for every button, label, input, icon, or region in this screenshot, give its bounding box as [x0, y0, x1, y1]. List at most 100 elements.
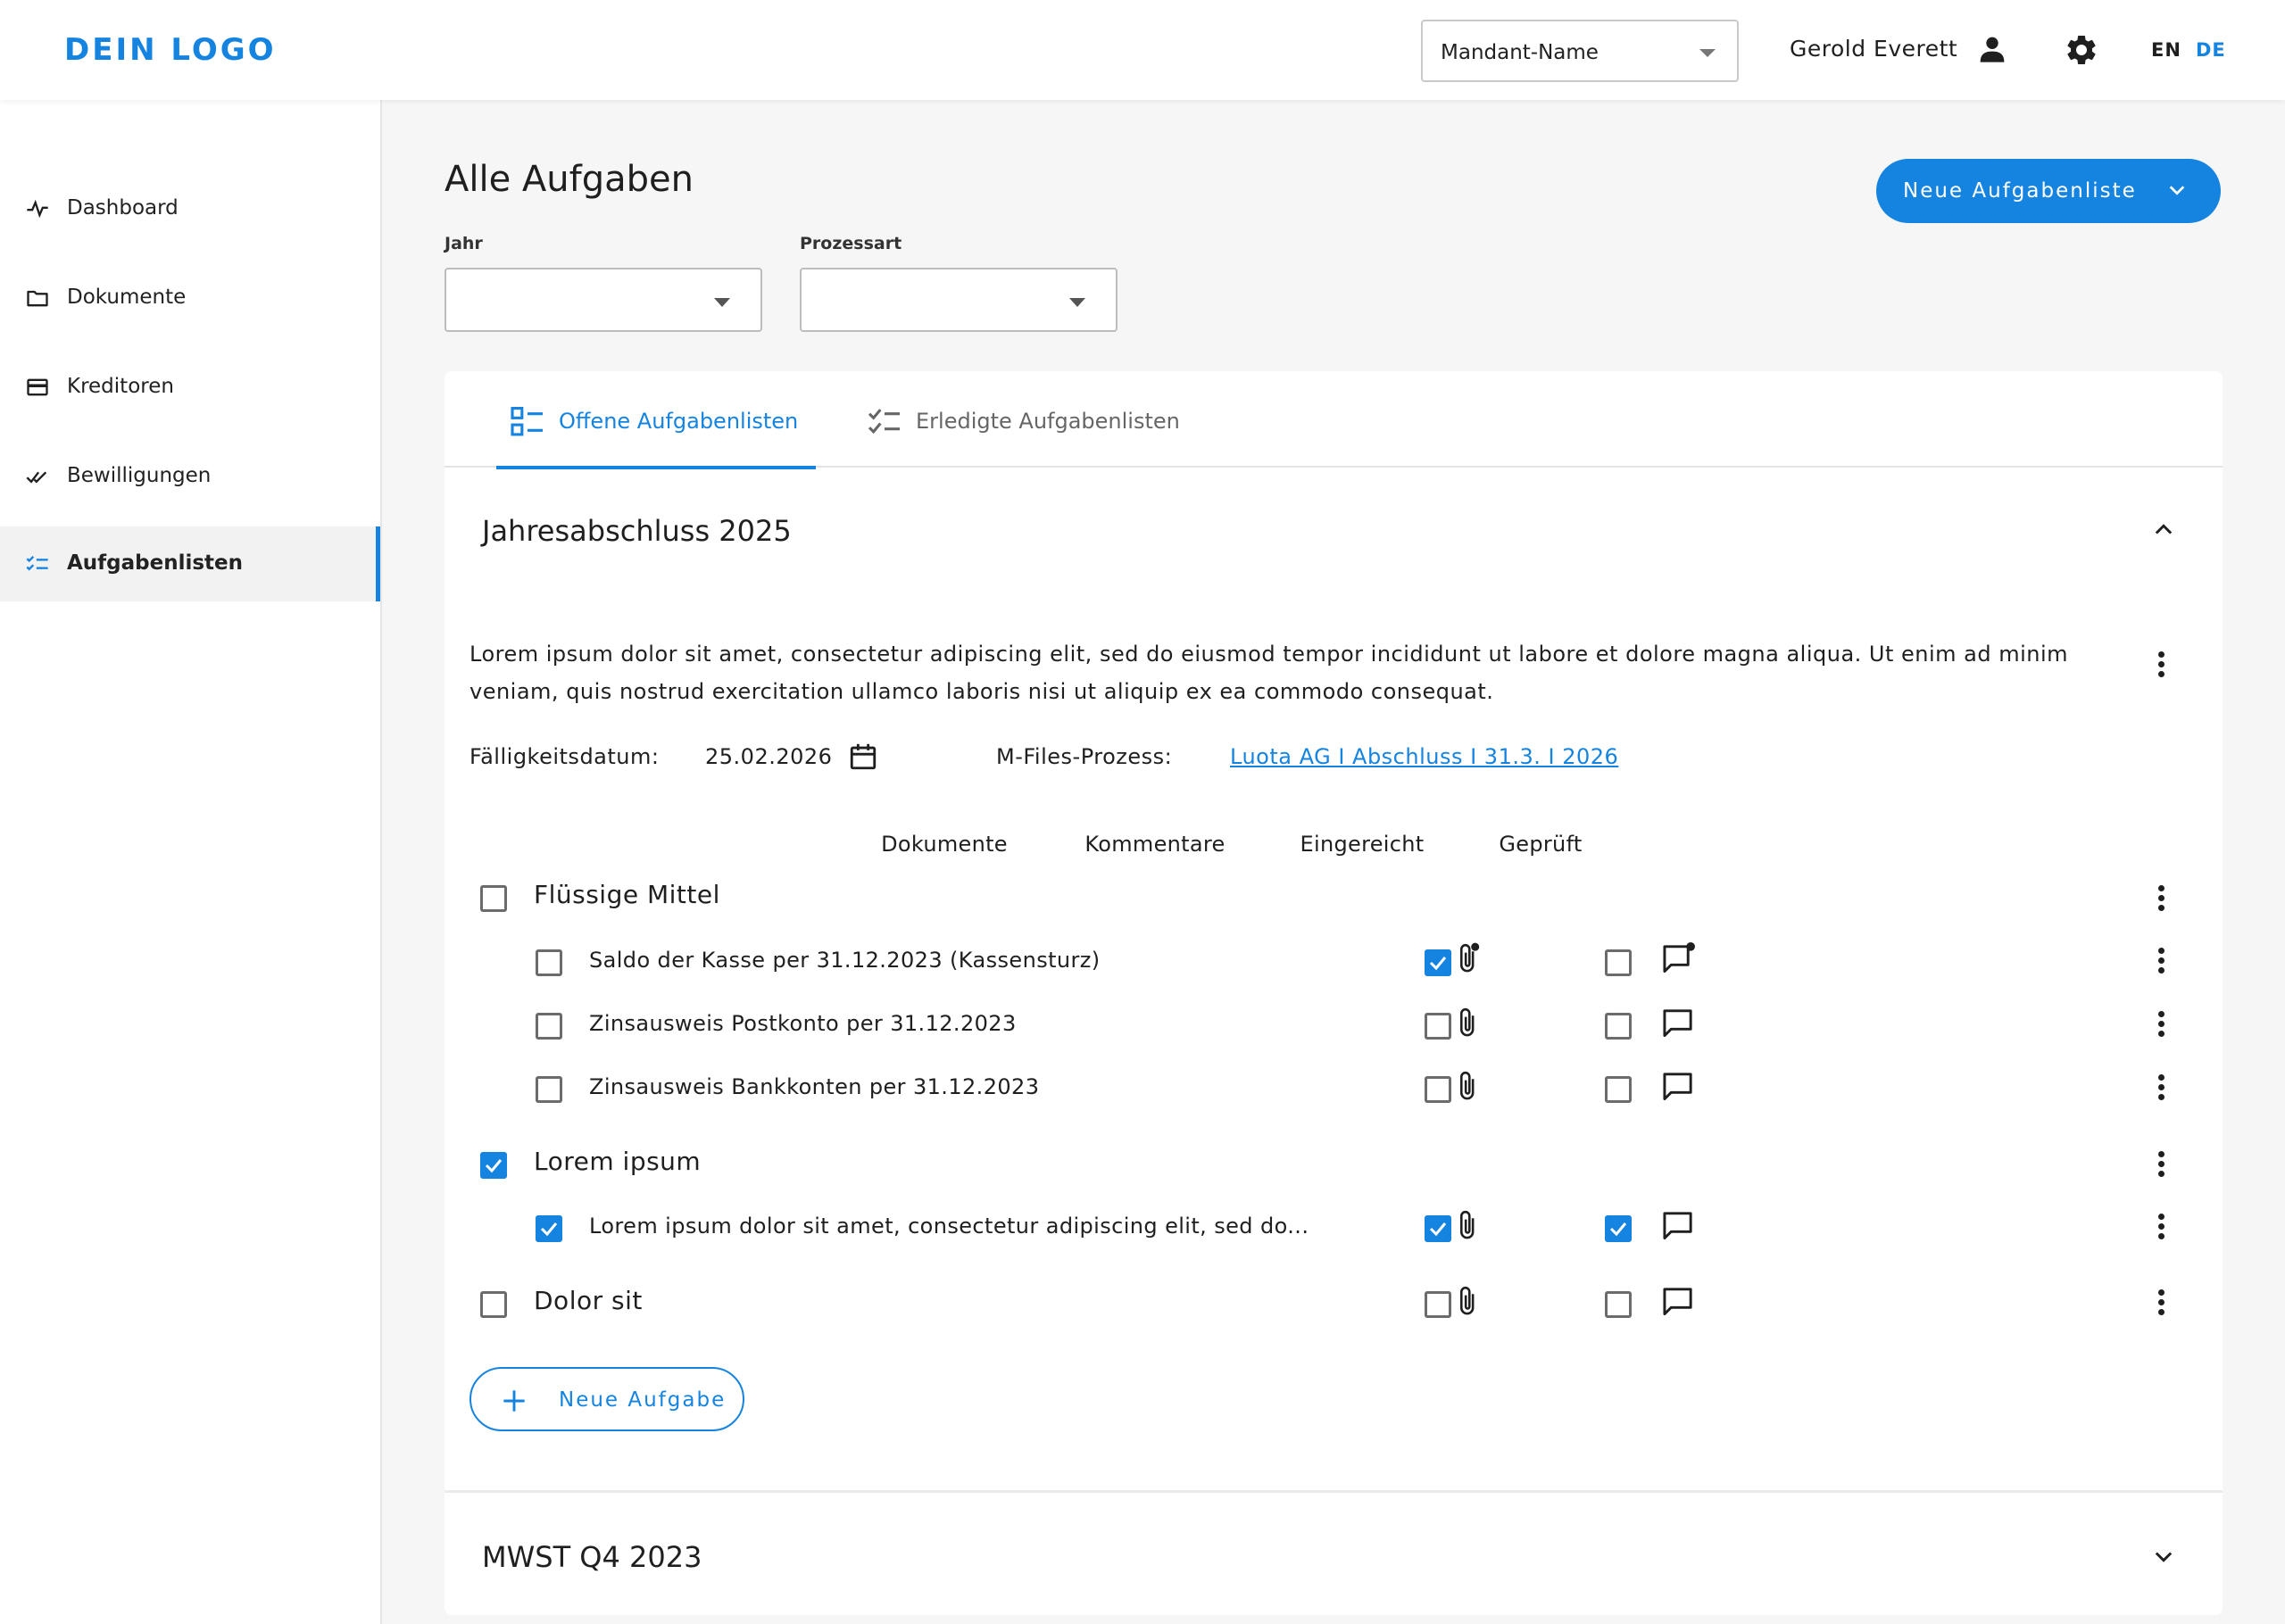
reviewed-checkbox[interactable] — [1605, 1076, 1632, 1103]
caret-down-icon — [714, 298, 730, 307]
calendar-icon[interactable] — [848, 741, 878, 773]
new-task-list-button[interactable]: Neue Aufgabenliste — [1876, 159, 2221, 223]
task-list-description: Lorem ipsum dolor sit amet, consectetur … — [469, 642, 2069, 704]
submitted-checkbox[interactable] — [1425, 1013, 1451, 1040]
paperclip-with-badge-icon[interactable] — [1457, 942, 1480, 974]
task-more-icon[interactable] — [2156, 1073, 2165, 1103]
checklist-icon — [868, 409, 900, 435]
tenant-select-value: Mandant-Name — [1441, 41, 1599, 64]
submitted-checkbox[interactable] — [1425, 1215, 1451, 1242]
sidebar-item-kreditoren[interactable]: Kreditoren — [0, 350, 380, 425]
submitted-checkbox[interactable] — [1425, 1076, 1451, 1103]
task-list-title[interactable]: Jahresabschluss 2025 — [482, 514, 792, 548]
chevron-up-icon[interactable] — [2151, 518, 2176, 543]
reviewed-checkbox[interactable] — [1605, 949, 1632, 976]
task-checkbox[interactable] — [536, 1215, 562, 1242]
task-more-icon[interactable] — [2156, 946, 2165, 976]
column-header-reviewed: Geprüft — [1499, 832, 1583, 857]
paperclip-icon[interactable] — [1457, 1070, 1480, 1102]
activity-icon — [27, 199, 48, 219]
tenant-select[interactable]: Mandant-Name — [1421, 20, 1739, 82]
year-filter-select[interactable] — [445, 268, 762, 332]
top-bar: DEIN LOGO Mandant-Name Gerold Everett EN… — [0, 0, 2285, 100]
column-header-submitted: Eingereicht — [1300, 832, 1425, 857]
sidebar-item-label: Aufgabenlisten — [67, 551, 244, 575]
new-task-button[interactable]: Neue Aufgabe — [469, 1367, 744, 1431]
comment-icon[interactable] — [1662, 1209, 1696, 1241]
task-checkbox[interactable] — [536, 1076, 562, 1103]
sidebar-item-dokumente[interactable]: Dokumente — [0, 261, 380, 336]
paperclip-icon[interactable] — [1457, 1285, 1480, 1317]
double-check-icon — [26, 471, 47, 484]
new-task-label: Neue Aufgabe — [559, 1388, 727, 1412]
chevron-down-icon[interactable] — [2151, 1544, 2176, 1569]
section-divider — [445, 1490, 2223, 1493]
chevron-down-icon — [2169, 186, 2185, 195]
page-title: Alle Aufgaben — [445, 159, 694, 200]
submitted-checkbox[interactable] — [1425, 949, 1451, 976]
lang-en-toggle[interactable]: EN — [2151, 39, 2181, 61]
tab-bar: Offene Aufgabenlisten Erledigte Aufgaben… — [445, 371, 2223, 469]
gear-icon[interactable] — [2064, 32, 2099, 68]
submitted-checkbox[interactable] — [1425, 1291, 1451, 1318]
comment-with-badge-icon[interactable] — [1662, 942, 1696, 974]
task-checkbox[interactable] — [536, 1013, 562, 1040]
group-more-icon[interactable] — [2156, 883, 2165, 914]
sidebar-item-label: Dokumente — [67, 286, 187, 309]
sidebar-item-bewilligungen[interactable]: Bewilligungen — [0, 439, 380, 514]
tab-label: Erledigte Aufgabenlisten — [916, 409, 1180, 434]
due-date-label: Fälligkeitsdatum: — [469, 744, 660, 769]
comment-icon[interactable] — [1662, 1007, 1696, 1039]
task-label: Zinsausweis Bankkonten per 31.12.2023 — [589, 1074, 1040, 1099]
credit-card-icon — [27, 378, 48, 396]
user-icon[interactable] — [1978, 34, 2007, 64]
task-list-more-icon[interactable] — [2156, 650, 2165, 680]
group-more-icon[interactable] — [2156, 1149, 2165, 1180]
comment-icon[interactable] — [1662, 1070, 1696, 1102]
comment-icon[interactable] — [1662, 1285, 1696, 1317]
reviewed-checkbox[interactable] — [1605, 1215, 1632, 1242]
mfiles-process-label: M-Files-Prozess: — [996, 744, 1173, 769]
process-type-filter-label: Prozessart — [800, 234, 902, 253]
mfiles-process-link[interactable]: Luota AG I Abschluss I 31.3. I 2026 — [1230, 744, 1618, 769]
checklist-icon — [26, 556, 48, 571]
caret-down-icon — [1069, 298, 1085, 307]
reviewed-checkbox[interactable] — [1605, 1013, 1632, 1040]
lang-de-toggle[interactable]: DE — [2196, 39, 2226, 61]
group-checkbox[interactable] — [480, 885, 507, 912]
tab-label: Offene Aufgabenlisten — [559, 409, 799, 434]
sidebar-item-label: Kreditoren — [67, 375, 174, 398]
task-more-icon[interactable] — [2156, 1212, 2165, 1242]
column-header-documents: Dokumente — [881, 832, 1008, 857]
logo[interactable]: DEIN LOGO — [64, 32, 277, 68]
group-label: Flüssige Mittel — [534, 880, 720, 909]
paperclip-icon[interactable] — [1457, 1209, 1480, 1241]
sidebar-item-label: Bewilligungen — [67, 464, 212, 487]
task-checkbox[interactable] — [536, 949, 562, 976]
group-label: Lorem ipsum — [534, 1147, 702, 1176]
tab-open-task-lists[interactable]: Offene Aufgabenlisten — [496, 407, 816, 469]
sidebar-item-aufgabenlisten[interactable]: Aufgabenlisten — [0, 526, 380, 601]
tab-completed-task-lists[interactable]: Erledigte Aufgabenlisten — [853, 407, 1210, 468]
task-more-icon[interactable] — [2156, 1009, 2165, 1040]
task-lists-card: Offene Aufgabenlisten Erledigte Aufgaben… — [445, 371, 2223, 1615]
new-task-list-label: Neue Aufgabenliste — [1903, 179, 2137, 203]
task-list-title[interactable]: MWST Q4 2023 — [482, 1540, 702, 1574]
task-label: Lorem ipsum dolor sit amet, consectetur … — [589, 1214, 1309, 1239]
caret-down-icon — [1699, 49, 1716, 57]
paperclip-icon[interactable] — [1457, 1007, 1480, 1039]
year-filter-label: Jahr — [445, 234, 483, 253]
task-label: Zinsausweis Postkonto per 31.12.2023 — [589, 1011, 1017, 1036]
process-type-filter-select[interactable] — [800, 268, 1118, 332]
group-label: Dolor sit — [534, 1286, 643, 1315]
group-checkbox[interactable] — [480, 1291, 507, 1318]
task-label: Saldo der Kasse per 31.12.2023 (Kassenst… — [589, 948, 1101, 973]
sidebar-item-dashboard[interactable]: Dashboard — [0, 171, 380, 246]
list-icon — [511, 407, 543, 436]
group-checkbox[interactable] — [480, 1152, 507, 1179]
user-name[interactable]: Gerold Everett — [1790, 36, 1957, 62]
reviewed-checkbox[interactable] — [1605, 1291, 1632, 1318]
column-header-comments: Kommentare — [1084, 832, 1226, 857]
group-more-icon[interactable] — [2156, 1288, 2165, 1318]
folder-icon — [27, 290, 48, 307]
